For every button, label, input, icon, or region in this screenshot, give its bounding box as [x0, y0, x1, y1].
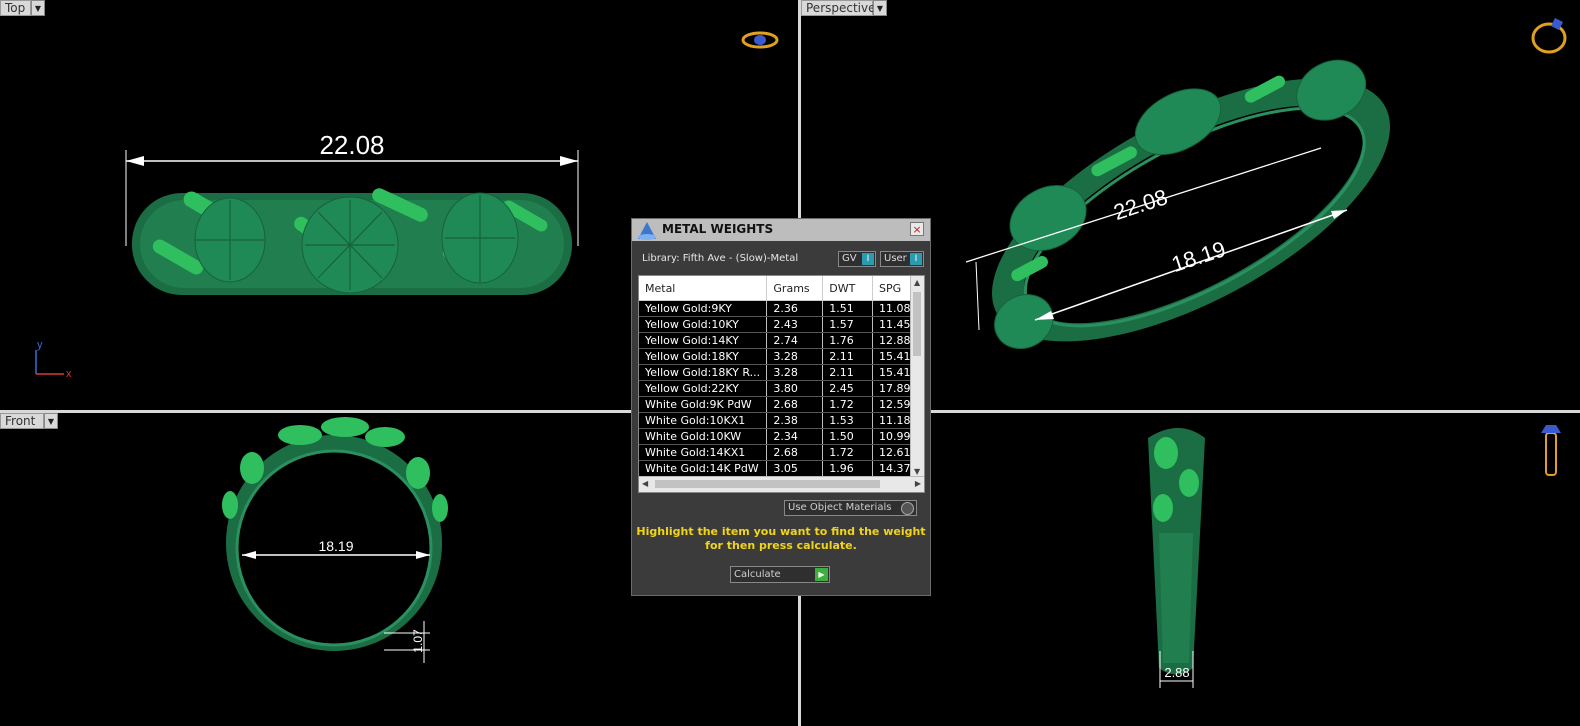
table-row[interactable]: White Gold:14K PdW 3.05 1.96 14.37: [639, 460, 912, 477]
cell-dwt[interactable]: 2.11: [822, 364, 873, 381]
user-toggle[interactable]: User I: [880, 251, 924, 267]
table-row[interactable]: Yellow Gold:14KY 2.74 1.76 12.88: [639, 332, 912, 349]
cell-grams[interactable]: 2.68: [766, 444, 824, 461]
scroll-thumb[interactable]: [913, 292, 921, 356]
axis-x-label: x: [66, 368, 72, 380]
metal-weights-dialog: METAL WEIGHTS × Library: Fifth Ave - (Sl…: [631, 218, 931, 596]
cell-metal[interactable]: Yellow Gold:22KY: [639, 380, 768, 397]
cell-metal[interactable]: White Gold:14K PdW: [639, 460, 768, 477]
cell-spg[interactable]: 12.59: [872, 396, 912, 413]
cell-grams[interactable]: 3.05: [766, 460, 824, 477]
cell-dwt[interactable]: 2.45: [822, 380, 873, 397]
table-row[interactable]: White Gold:10KW 2.34 1.50 10.99: [639, 428, 912, 445]
cell-dwt[interactable]: 1.72: [822, 396, 873, 413]
cell-spg[interactable]: 11.45: [872, 316, 912, 333]
cell-metal[interactable]: White Gold:10KX1: [639, 412, 768, 429]
cell-dwt[interactable]: 1.50: [822, 428, 873, 445]
use-object-materials-checkbox[interactable]: Use Object Materials: [784, 500, 917, 516]
table-horizontal-scrollbar[interactable]: ◀ ▶: [639, 476, 924, 492]
table-row[interactable]: Yellow Gold:18KY R... 3.28 2.11 15.41: [639, 364, 912, 381]
instruction-text: Highlight the item you want to find the …: [636, 525, 926, 552]
cell-grams[interactable]: 2.68: [766, 396, 824, 413]
toggle-icon: I: [910, 253, 922, 265]
front-thickness-dimension: 1.07: [411, 629, 425, 653]
cell-spg[interactable]: 15.41: [872, 348, 912, 365]
table-vertical-scrollbar[interactable]: ▲ ▼: [910, 276, 924, 478]
cell-grams[interactable]: 2.38: [766, 412, 824, 429]
scroll-up-icon[interactable]: ▲: [914, 278, 920, 287]
close-icon[interactable]: ×: [910, 222, 924, 236]
play-icon: ▶: [815, 568, 828, 581]
cell-grams[interactable]: 3.80: [766, 380, 824, 397]
table-row[interactable]: Yellow Gold:22KY 3.80 2.45 17.89: [639, 380, 912, 397]
table-header-row: Metal Grams DWT SPG: [639, 276, 912, 301]
column-header-dwt[interactable]: DWT: [822, 276, 873, 301]
calculate-button[interactable]: Calculate ▶: [730, 566, 830, 583]
column-header-metal[interactable]: Metal: [639, 276, 768, 301]
table-row[interactable]: White Gold:14KX1 2.68 1.72 12.61: [639, 444, 912, 461]
cell-grams[interactable]: 2.43: [766, 316, 824, 333]
table-row[interactable]: Yellow Gold:10KY 2.43 1.57 11.45: [639, 316, 912, 333]
cell-grams[interactable]: 2.74: [766, 332, 824, 349]
cell-metal[interactable]: Yellow Gold:9KY: [639, 300, 768, 317]
cell-grams[interactable]: 3.28: [766, 348, 824, 365]
side-width-dimension: 2.88: [1164, 665, 1189, 680]
cell-spg[interactable]: 11.08: [872, 300, 912, 317]
cell-metal[interactable]: Yellow Gold:18KY: [639, 348, 768, 365]
cell-grams[interactable]: 3.28: [766, 364, 824, 381]
cell-spg[interactable]: 14.37: [872, 460, 912, 477]
gv-toggle[interactable]: GV I: [838, 251, 876, 267]
ring-perspective-icon[interactable]: [1531, 18, 1567, 54]
cell-grams[interactable]: 2.36: [766, 300, 824, 317]
table-row[interactable]: White Gold:10KX1 2.38 1.53 11.18: [639, 412, 912, 429]
cell-dwt[interactable]: 1.51: [822, 300, 873, 317]
checkbox-icon: [901, 502, 914, 515]
cell-spg[interactable]: 11.18: [872, 412, 912, 429]
cell-dwt[interactable]: 1.72: [822, 444, 873, 461]
ring-side-icon[interactable]: [1541, 425, 1561, 476]
cell-spg[interactable]: 12.88: [872, 332, 912, 349]
cell-metal[interactable]: White Gold:10KW: [639, 428, 768, 445]
column-header-spg[interactable]: SPG: [872, 276, 912, 301]
cell-metal[interactable]: Yellow Gold:14KY: [639, 332, 768, 349]
cell-spg[interactable]: 10.99: [872, 428, 912, 445]
cell-dwt[interactable]: 1.76: [822, 332, 873, 349]
cell-dwt[interactable]: 1.53: [822, 412, 873, 429]
cell-spg[interactable]: 15.41: [872, 364, 912, 381]
scroll-left-icon[interactable]: ◀: [642, 479, 648, 488]
toggle-icon: I: [862, 253, 874, 265]
library-label: Library: Fifth Ave - (Slow)-Metal: [642, 253, 799, 264]
cell-metal[interactable]: Yellow Gold:10KY: [639, 316, 768, 333]
ring-top-icon[interactable]: [741, 31, 779, 49]
dialog-titlebar[interactable]: METAL WEIGHTS ×: [632, 219, 930, 241]
scroll-down-icon[interactable]: ▼: [914, 467, 920, 476]
cell-spg[interactable]: 12.61: [872, 444, 912, 461]
cell-metal[interactable]: White Gold:9K PdW: [639, 396, 768, 413]
scroll-right-icon[interactable]: ▶: [915, 479, 921, 488]
metal-table[interactable]: Metal Grams DWT SPG Yellow Gold:9KY 2.36 1…: [638, 275, 925, 493]
axis-y-label: y: [37, 339, 43, 351]
top-dimension-label: 22.08: [319, 130, 384, 160]
cell-metal[interactable]: White Gold:14KX1: [639, 444, 768, 461]
cell-spg[interactable]: 17.89: [872, 380, 912, 397]
cell-dwt[interactable]: 1.96: [822, 460, 873, 477]
table-row[interactable]: Yellow Gold:18KY 3.28 2.11 15.41: [639, 348, 912, 365]
scroll-thumb[interactable]: [655, 480, 880, 488]
cell-dwt[interactable]: 2.11: [822, 348, 873, 365]
table-row[interactable]: Yellow Gold:9KY 2.36 1.51 11.08: [639, 300, 912, 317]
column-header-grams[interactable]: Grams: [766, 276, 824, 301]
app-logo-icon: [638, 222, 656, 240]
front-inner-dimension: 18.19: [318, 538, 353, 554]
dialog-title: METAL WEIGHTS: [662, 222, 774, 236]
cell-grams[interactable]: 2.34: [766, 428, 824, 445]
cell-metal[interactable]: Yellow Gold:18KY R...: [639, 364, 768, 381]
cell-dwt[interactable]: 1.57: [822, 316, 873, 333]
table-row[interactable]: White Gold:9K PdW 2.68 1.72 12.59: [639, 396, 912, 413]
